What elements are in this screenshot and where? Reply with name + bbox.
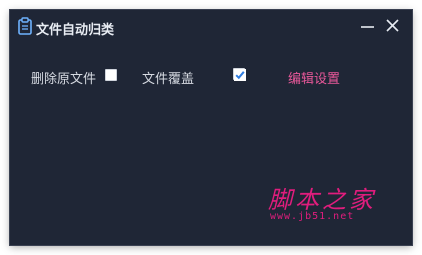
app-window: 文件自动归类 删除原文件 文件覆盖 编辑设置 脚本之家 www.jb51.net bbox=[10, 10, 412, 245]
checkmark-icon bbox=[234, 69, 246, 81]
close-icon bbox=[386, 19, 399, 32]
close-button[interactable] bbox=[383, 16, 403, 36]
edit-settings-link[interactable]: 编辑设置 bbox=[288, 68, 340, 87]
overwrite-checkbox[interactable] bbox=[233, 68, 246, 81]
watermark-url: www.jb51.net bbox=[270, 211, 355, 222]
title-bar[interactable]: 文件自动归类 bbox=[10, 10, 412, 44]
watermark-logo: 脚本之家 www.jb51.net bbox=[268, 180, 398, 225]
clipboard-icon bbox=[18, 17, 32, 35]
window-title: 文件自动归类 bbox=[36, 23, 115, 38]
delete-original-checkbox[interactable] bbox=[105, 69, 117, 81]
watermark-title: 脚本之家 bbox=[268, 186, 376, 214]
minimize-button[interactable] bbox=[358, 16, 378, 36]
minimize-icon bbox=[361, 26, 374, 28]
overwrite-label: 文件覆盖 bbox=[142, 72, 195, 87]
delete-original-label: 删除原文件 bbox=[31, 72, 97, 87]
